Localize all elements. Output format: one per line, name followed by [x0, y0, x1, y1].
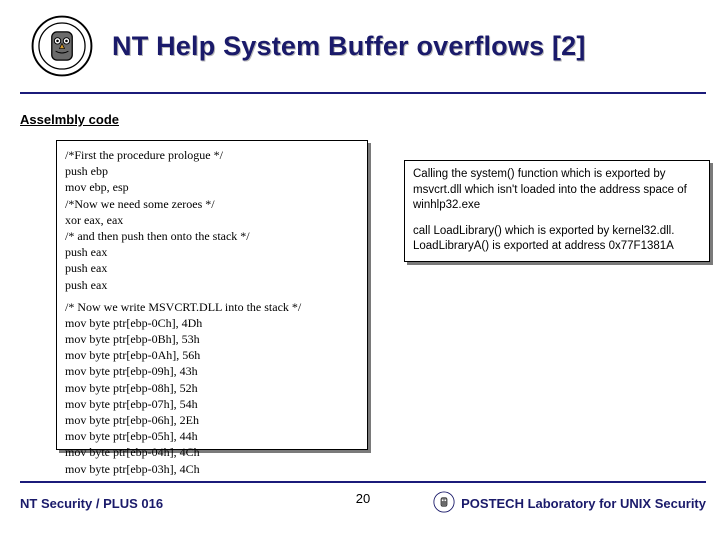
note-paragraph: Calling the system() function which is e… [413, 167, 701, 214]
code-line: push eax [65, 277, 359, 293]
code-line: mov byte ptr[ebp-06h], 2Eh [65, 412, 359, 428]
code-line: mov byte ptr[ebp-0Ah], 56h [65, 347, 359, 363]
code-line: mov byte ptr[ebp-05h], 44h [65, 428, 359, 444]
lab-logo [30, 14, 94, 78]
code-line: mov byte ptr[ebp-03h], 4Ch [65, 461, 359, 477]
note-paragraph: call LoadLibrary() which is exported by … [413, 224, 701, 255]
footer-page-number: 20 [20, 491, 706, 506]
code-line: mov byte ptr[ebp-0Ch], 4Dh [65, 315, 359, 331]
section-label: Asselmbly code [20, 112, 119, 127]
code-line: mov byte ptr[ebp-08h], 52h [65, 380, 359, 396]
code-line: /* Now we write MSVCRT.DLL into the stac… [65, 299, 359, 315]
slide-footer: NT Security / PLUS 016 20 POSTECH Labora… [20, 481, 706, 516]
slide-title: NT Help System Buffer overflows [2] [112, 31, 586, 62]
header-rule [20, 92, 706, 94]
code-line: xor eax, eax [65, 212, 359, 228]
code-line: /* and then push then onto the stack */ [65, 228, 359, 244]
code-line: push eax [65, 244, 359, 260]
code-line: /*First the procedure prologue */ [65, 147, 359, 163]
assembly-code-box: /*First the procedure prologue */push eb… [56, 140, 368, 450]
code-line: mov ebp, esp [65, 179, 359, 195]
code-line: mov byte ptr[ebp-09h], 43h [65, 363, 359, 379]
code-line: mov byte ptr[ebp-0Bh], 53h [65, 331, 359, 347]
code-line: mov byte ptr[ebp-04h], 4Ch [65, 444, 359, 460]
explanation-note-box: Calling the system() function which is e… [404, 160, 710, 262]
code-line: mov byte ptr[ebp-07h], 54h [65, 396, 359, 412]
code-line: push eax [65, 260, 359, 276]
code-line: push ebp [65, 163, 359, 179]
code-line: /*Now we need some zeroes */ [65, 196, 359, 212]
